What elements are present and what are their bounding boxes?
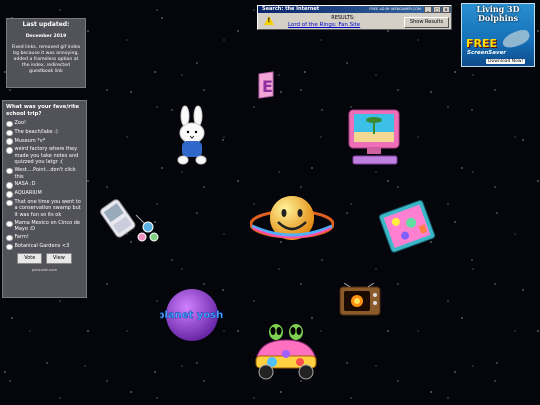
- radio-button[interactable]: [6, 129, 13, 137]
- poll-option-label: Museum *v*: [14, 137, 46, 144]
- close-icon[interactable]: ×: [442, 6, 450, 13]
- bunny-plush-icon[interactable]: [170, 105, 214, 167]
- poll-option-label: That one time you went to a conservation…: [14, 199, 81, 218]
- letter-e-icon[interactable]: E: [255, 70, 277, 100]
- computer-icon[interactable]: [345, 108, 403, 170]
- flip-phone-icon[interactable]: [98, 195, 164, 247]
- poll-option-label: The beach/lake :): [14, 128, 58, 135]
- poll-option-label: AQUARIUM: [14, 190, 42, 197]
- poll-option-label: Mama Mexico on Cinco de Mayo :D: [14, 219, 80, 233]
- radio-button[interactable]: [6, 199, 13, 207]
- radio-button[interactable]: [6, 167, 13, 175]
- show-results-button[interactable]: Show Results: [404, 17, 449, 28]
- trapper-keeper-icon[interactable]: [378, 196, 438, 258]
- popup-body: ! RESULTS: Lord of the Rings: Fan Site S…: [258, 13, 451, 30]
- poll-option-label: weird factory where they made you take n…: [14, 146, 79, 166]
- ad-free-label: FREE: [466, 37, 498, 50]
- alien-car-icon[interactable]: [250, 318, 322, 382]
- popup-titlebar[interactable]: Search: the Internet FREE AD BY WEBGAMER…: [258, 6, 451, 13]
- poll-option[interactable]: The beach/lake :): [6, 128, 83, 137]
- ad-subtitle: ScreenSaver: [467, 50, 507, 56]
- poll-option[interactable]: Mama Mexico on Cinco de Mayo :D: [6, 220, 83, 233]
- radio-button[interactable]: [6, 182, 13, 189]
- radio-button[interactable]: [6, 191, 13, 198]
- poll-question: What was your fave/rite school trip?: [6, 104, 80, 117]
- poll-option-label: NASA :D: [14, 181, 36, 188]
- poll-option[interactable]: Farm!: [6, 234, 83, 242]
- ad-download-button[interactable]: Download Now!: [486, 59, 526, 64]
- radio-button[interactable]: [6, 120, 13, 128]
- view-button[interactable]: View: [45, 253, 72, 264]
- tv-icon[interactable]: [338, 283, 382, 319]
- poll-buttons: Vote View: [6, 253, 83, 264]
- poll-option[interactable]: Zoo!: [6, 120, 83, 128]
- poll-option[interactable]: Botanical Gardens <3: [6, 242, 83, 251]
- popup-title: Search: the Internet: [262, 6, 320, 12]
- last-updated-title: Last updated:: [22, 21, 70, 28]
- poll-option-label: Farm!: [14, 234, 29, 241]
- last-updated-box: Last updated: December 2019 Fixed links,…: [6, 18, 86, 88]
- last-updated-date: December 2019: [25, 34, 67, 39]
- ad-headline: Living 3D Dolphins: [476, 4, 520, 23]
- poll-option-label: West....Point...don't click this: [14, 167, 76, 180]
- poll-option[interactable]: That one time you went to a conservation…: [6, 199, 83, 218]
- school-trip-poll: What was your fave/rite school trip? Zoo…: [2, 100, 87, 298]
- poll-option[interactable]: weird factory where they made you take n…: [6, 146, 83, 165]
- maximize-icon[interactable]: □: [433, 6, 441, 13]
- radio-button[interactable]: [6, 138, 13, 145]
- result-link[interactable]: Lord of the Rings: Fan Site: [288, 22, 360, 28]
- poll-option-label: Zoo!: [14, 120, 27, 126]
- warning-exclamation: !: [267, 17, 271, 24]
- radio-button[interactable]: [6, 220, 13, 228]
- popup-ad-credit: FREE AD BY WEBGAMER.COM: [369, 7, 421, 11]
- planet-yoshi-text: planet yoshi: [160, 310, 224, 321]
- dolphins-ad-banner[interactable]: Living 3D Dolphins FREE ScreenSaver Down…: [461, 3, 535, 67]
- minimize-icon[interactable]: _: [424, 6, 432, 13]
- dolphin-icon: [500, 27, 532, 51]
- poll-option[interactable]: NASA :D: [6, 181, 83, 189]
- radio-button[interactable]: [6, 147, 13, 154]
- vote-button[interactable]: Vote: [17, 253, 43, 264]
- poll-option[interactable]: AQUARIUM: [6, 190, 83, 198]
- svg-text:E: E: [262, 77, 273, 96]
- poll-option[interactable]: West....Point...don't click this: [6, 167, 83, 180]
- radio-button[interactable]: [6, 234, 13, 242]
- radio-button[interactable]: [6, 243, 13, 251]
- smiley-planet-icon[interactable]: [250, 192, 334, 250]
- results-label: RESULTS:: [331, 15, 355, 21]
- search-popup-window: Search: the Internet FREE AD BY WEBGAMER…: [257, 5, 452, 30]
- poll-option[interactable]: Museum *v*: [6, 138, 83, 145]
- last-updated-text: Fixed links, removed gif index bg becaus…: [11, 45, 81, 74]
- poll-option-label: Botanical Gardens <3: [14, 242, 70, 249]
- planet-yoshi-icon[interactable]: planet yoshi: [160, 285, 224, 345]
- popup-titlebar-controls: FREE AD BY WEBGAMER.COM _ □ ×: [369, 6, 451, 13]
- poll-footer-link[interactable]: pollcode.com: [6, 267, 83, 273]
